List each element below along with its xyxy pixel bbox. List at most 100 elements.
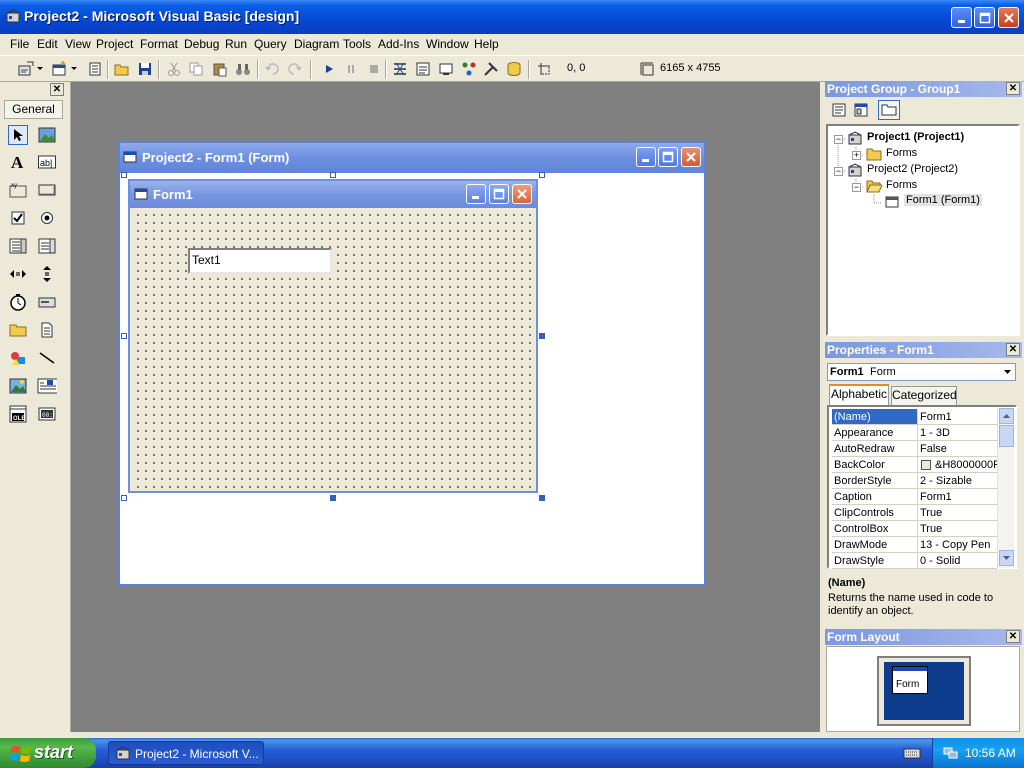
- undo-button[interactable]: [263, 60, 281, 78]
- taskbar-task-vb[interactable]: Project2 - Microsoft V...: [108, 741, 264, 765]
- paste-button[interactable]: [211, 60, 229, 78]
- vb-app-icon[interactable]: [5, 9, 21, 25]
- scroll-up-button[interactable]: [999, 408, 1014, 424]
- textbox-tool[interactable]: ab|: [37, 152, 57, 172]
- project-explorer-button[interactable]: [391, 60, 409, 78]
- tab-categorized[interactable]: Categorized: [891, 386, 957, 405]
- resize-handle-se[interactable]: [539, 495, 545, 501]
- property-row[interactable]: BorderStyle 2 - Sizable: [832, 473, 997, 489]
- form1-design-surface[interactable]: Form1 Text1: [128, 179, 538, 493]
- collapse-project2-toggle[interactable]: −: [834, 167, 843, 176]
- tree-project2[interactable]: Project2 (Project2): [867, 163, 958, 175]
- menu-view[interactable]: View: [65, 37, 91, 51]
- object-browser-button[interactable]: [460, 60, 478, 78]
- scroll-thumb[interactable]: [999, 425, 1014, 447]
- collapse-project1-toggle[interactable]: −: [834, 135, 843, 144]
- menu-edit[interactable]: Edit: [37, 37, 58, 51]
- toggle-folders-button[interactable]: [878, 100, 900, 120]
- property-row[interactable]: (Name) Form1: [832, 409, 997, 425]
- cut-button[interactable]: [165, 60, 183, 78]
- form1-maximize-button[interactable]: [489, 184, 509, 204]
- designer-minimize-button[interactable]: [636, 147, 656, 167]
- menu-query[interactable]: Query: [254, 37, 287, 51]
- menu-add-ins[interactable]: Add-Ins: [378, 37, 419, 51]
- project-explorer-titlebar[interactable]: Project Group - Group1 ✕: [825, 81, 1022, 97]
- mschart-tool[interactable]: 00:: [37, 404, 57, 424]
- resize-handle-nw[interactable]: [121, 172, 127, 178]
- line-tool[interactable]: [37, 348, 57, 368]
- clock[interactable]: 10:56 AM: [965, 746, 1016, 760]
- property-value[interactable]: Form1: [918, 489, 997, 505]
- property-row[interactable]: DrawMode 13 - Copy Pen: [832, 537, 997, 553]
- text1-textbox[interactable]: Text1: [188, 248, 332, 274]
- property-value[interactable]: 2 - Sizable: [918, 473, 997, 489]
- form-designer-titlebar[interactable]: Project2 - Form1 (Form): [120, 143, 704, 173]
- property-row[interactable]: ClipControls True: [832, 505, 997, 521]
- filelistbox-tool[interactable]: [37, 320, 57, 340]
- resize-handle-n[interactable]: [330, 172, 336, 178]
- property-grid-scrollbar[interactable]: [997, 408, 1014, 568]
- commandbutton-tool[interactable]: [37, 180, 57, 200]
- open-project-button[interactable]: [113, 60, 131, 78]
- start-button-run[interactable]: [320, 60, 338, 78]
- scroll-down-button[interactable]: [999, 550, 1014, 566]
- menu-run[interactable]: Run: [225, 37, 247, 51]
- form-layout-button[interactable]: [437, 60, 455, 78]
- view-code-button[interactable]: [830, 101, 848, 119]
- dirlistbox-tool[interactable]: [8, 320, 28, 340]
- object-selector-arrow[interactable]: [1000, 365, 1015, 379]
- view-object-button[interactable]: [852, 101, 870, 119]
- app-title-bar[interactable]: Project2 - Microsoft Visual Basic [desig…: [0, 0, 1024, 34]
- tree-project2-forms[interactable]: Forms: [886, 179, 917, 191]
- tree-project1[interactable]: Project1 (Project1): [867, 131, 964, 143]
- listbox-tool[interactable]: [37, 236, 57, 256]
- project-explorer-close-button[interactable]: ✕: [1006, 82, 1020, 95]
- copy-button[interactable]: [187, 60, 205, 78]
- property-value[interactable]: True: [918, 505, 997, 521]
- menu-debug[interactable]: Debug: [184, 37, 219, 51]
- form1-minimize-button[interactable]: [466, 184, 486, 204]
- form-layout-close-button[interactable]: ✕: [1006, 630, 1020, 643]
- network-icon[interactable]: [943, 745, 959, 761]
- form-layout-form-preview[interactable]: Form: [892, 666, 928, 694]
- resize-handle-sw[interactable]: [121, 495, 127, 501]
- property-value[interactable]: &H8000000F: [918, 457, 997, 473]
- property-value[interactable]: 0 - Solid: [918, 553, 997, 569]
- designer-maximize-button[interactable]: [658, 147, 678, 167]
- data-view-button[interactable]: [505, 60, 523, 78]
- property-value[interactable]: Form1: [918, 409, 997, 425]
- add-form-dropdown[interactable]: [70, 60, 78, 78]
- picturebox-tool[interactable]: [37, 125, 57, 145]
- resize-handle-e[interactable]: [539, 333, 545, 339]
- timer-tool[interactable]: [8, 292, 28, 312]
- menu-window[interactable]: Window: [426, 37, 469, 51]
- maximize-button[interactable]: [974, 7, 995, 28]
- toolbox-tab-general[interactable]: General: [4, 100, 63, 119]
- menu-help[interactable]: Help: [474, 37, 499, 51]
- menu-tools[interactable]: Tools: [343, 37, 371, 51]
- properties-titlebar[interactable]: Properties - Form1 ✕: [825, 342, 1022, 358]
- resize-handle-ne[interactable]: [539, 172, 545, 178]
- combobox-tool[interactable]: [8, 236, 28, 256]
- pointer-tool[interactable]: [8, 125, 28, 145]
- toolbox-button[interactable]: [482, 60, 500, 78]
- image-tool[interactable]: [8, 376, 28, 396]
- resize-handle-w[interactable]: [121, 333, 127, 339]
- ole-tool[interactable]: OLE: [8, 404, 28, 424]
- object-selector-dropdown[interactable]: Form1 Form: [827, 363, 1016, 381]
- property-value[interactable]: True: [918, 521, 997, 537]
- add-project-button[interactable]: [17, 60, 35, 78]
- vscrollbar-tool[interactable]: [37, 264, 57, 284]
- form1-close-button[interactable]: [512, 184, 532, 204]
- save-project-button[interactable]: [136, 60, 154, 78]
- minimize-button[interactable]: [951, 7, 972, 28]
- property-value[interactable]: 1 - 3D: [918, 425, 997, 441]
- form-layout-titlebar[interactable]: Form Layout ✕: [825, 629, 1022, 645]
- expand-project1-forms-toggle[interactable]: +: [852, 151, 861, 160]
- hscrollbar-tool[interactable]: [8, 264, 28, 284]
- add-form-button[interactable]: [51, 60, 69, 78]
- menu-format[interactable]: Format: [140, 37, 178, 51]
- start-button[interactable]: start: [0, 738, 96, 768]
- collapse-project2-forms-toggle[interactable]: −: [852, 183, 861, 192]
- properties-window-button[interactable]: [414, 60, 432, 78]
